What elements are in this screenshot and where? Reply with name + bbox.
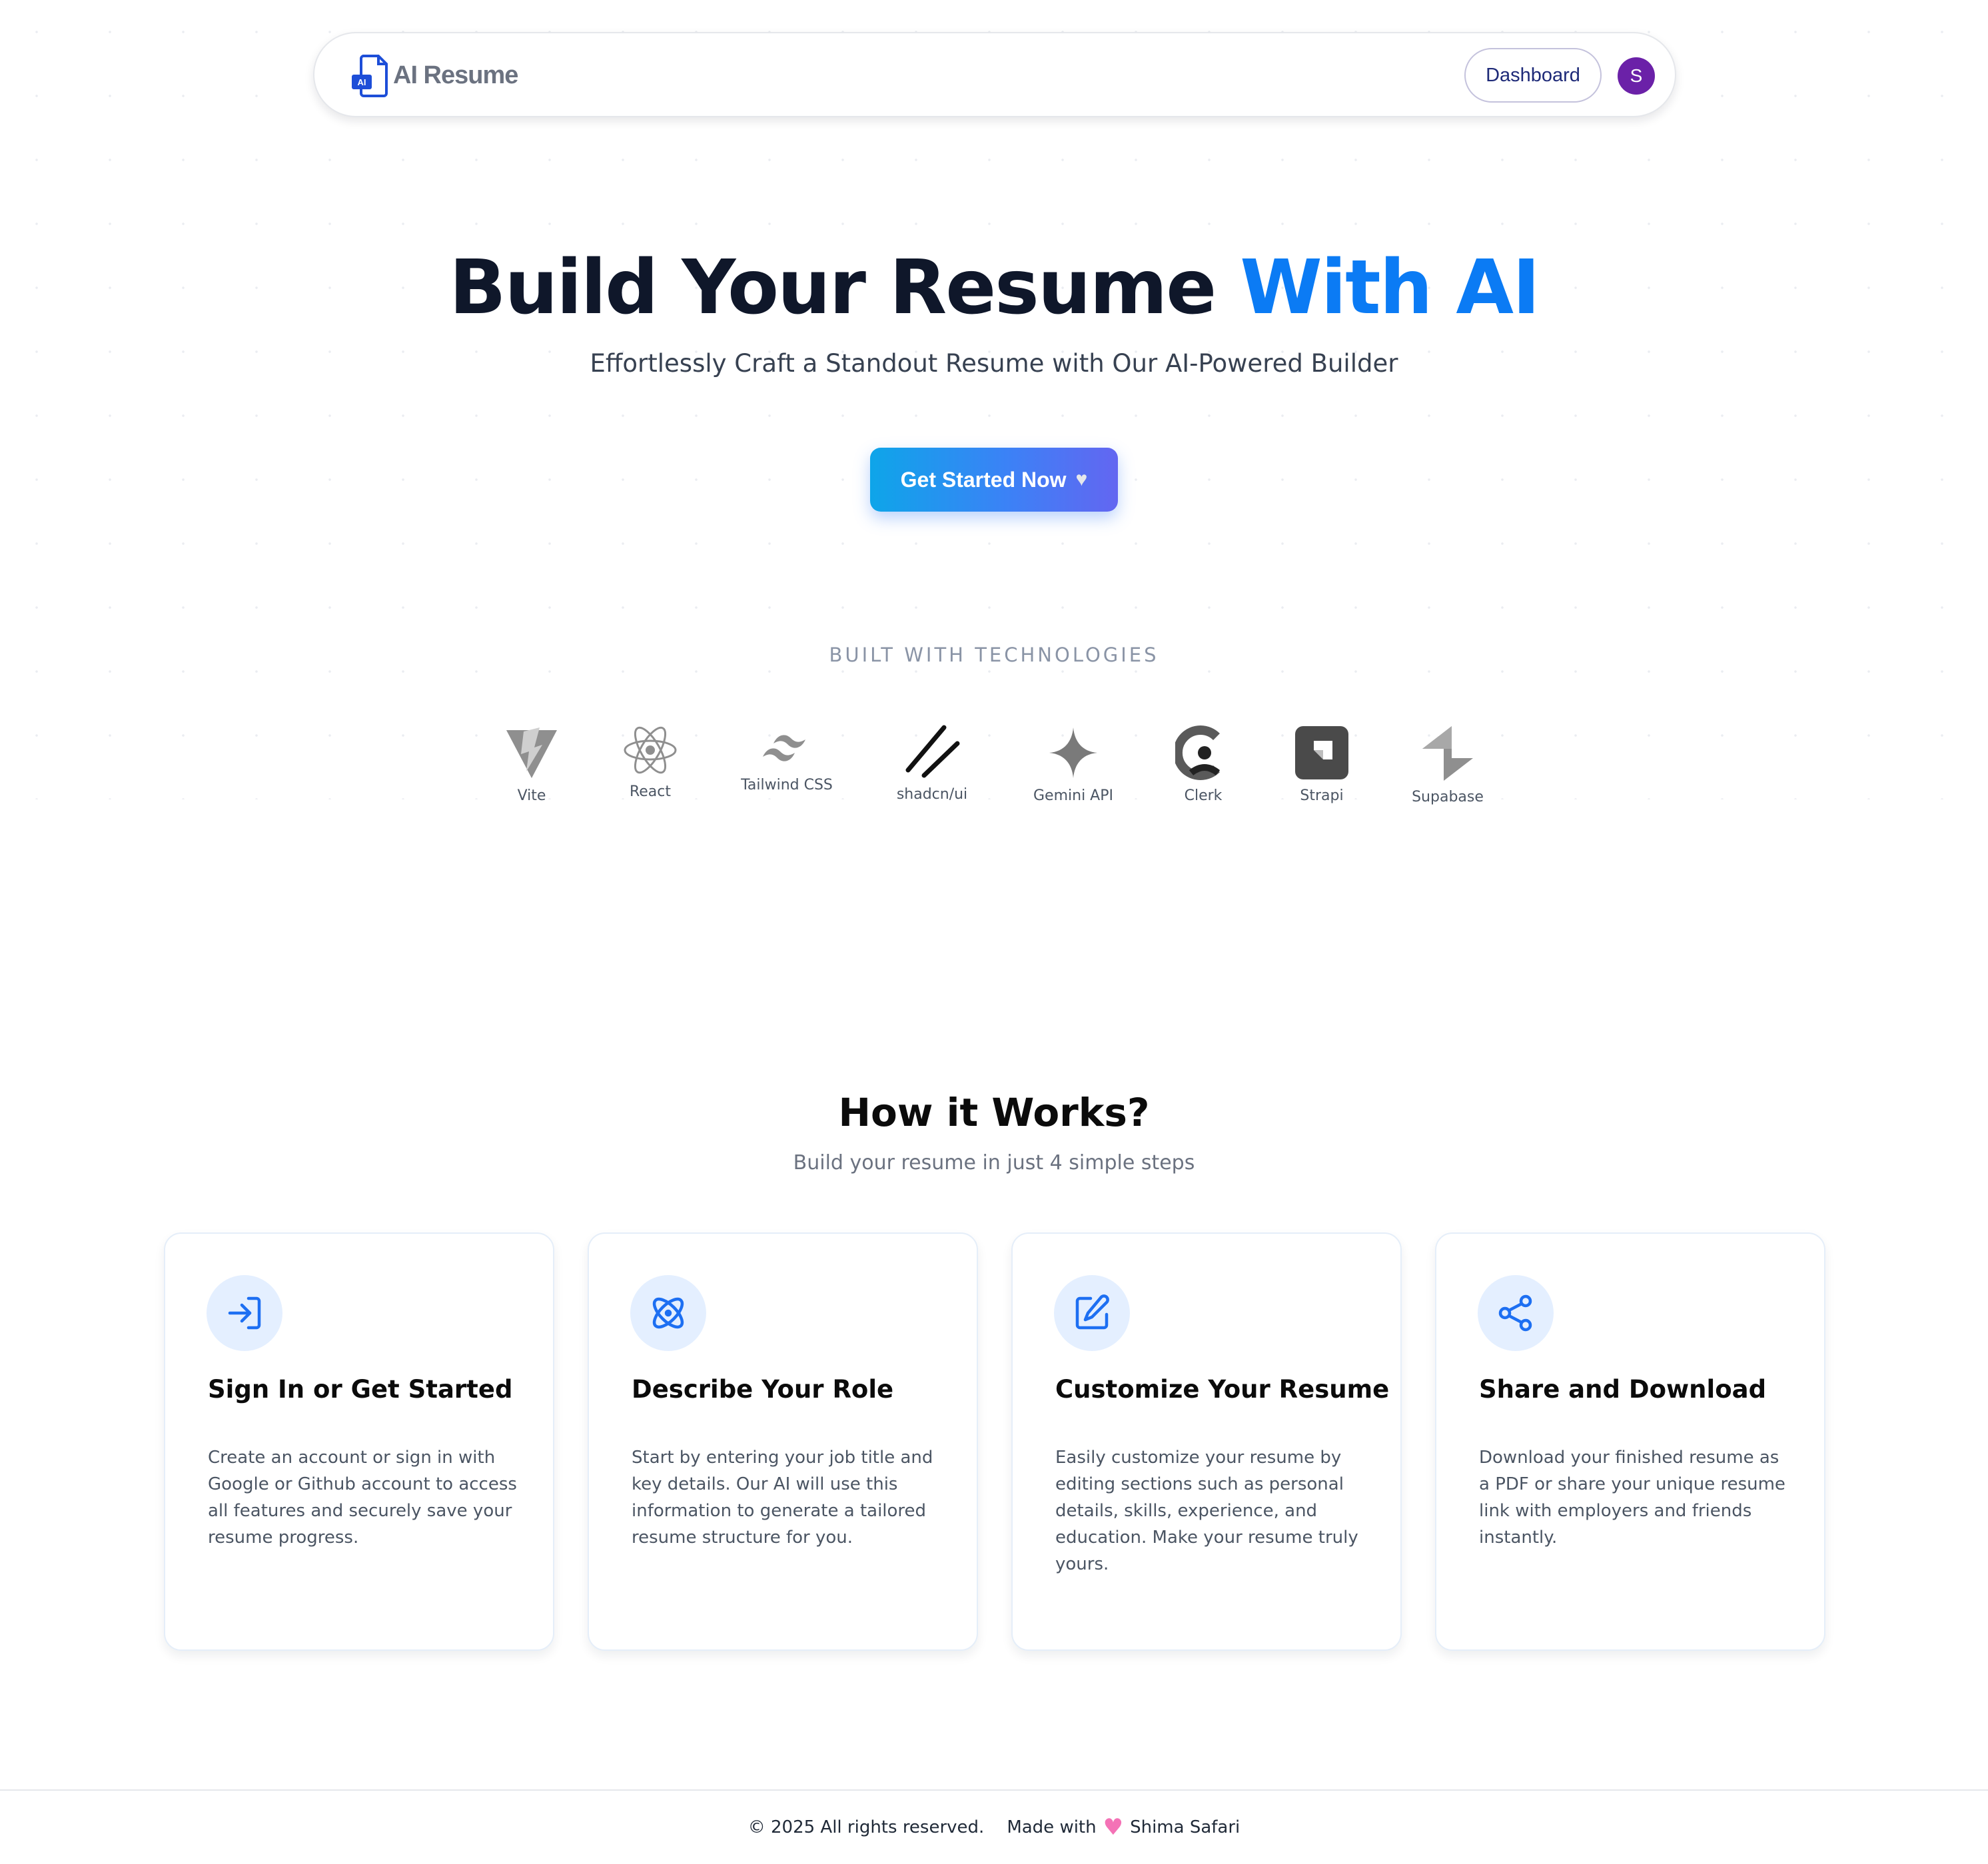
tech-strapi: Strapi xyxy=(1282,723,1362,804)
tech-label: Vite xyxy=(517,787,546,804)
atom-icon xyxy=(652,1297,684,1329)
react-icon xyxy=(624,726,677,774)
step-title: Customize Your Resume xyxy=(1055,1375,1390,1404)
edit-icon xyxy=(1075,1294,1109,1330)
strapi-icon xyxy=(1295,726,1348,779)
made-with-label: Made with xyxy=(1007,1817,1097,1837)
share-icon xyxy=(1498,1294,1532,1332)
heart-icon: ♥ xyxy=(1103,1814,1124,1841)
clerk-icon xyxy=(1175,725,1221,780)
step-icon-wrapper xyxy=(1054,1275,1130,1351)
step-title: Share and Download xyxy=(1479,1375,1767,1404)
step-icon-wrapper xyxy=(630,1275,706,1351)
tailwind-icon xyxy=(763,735,805,761)
tech-label: Tailwind CSS xyxy=(741,777,833,793)
tech-gemini: Gemini API xyxy=(1023,725,1123,804)
background-dots xyxy=(0,0,1988,799)
step-description: Easily customize your resume by editing … xyxy=(1055,1448,1358,1574)
how-it-works-subtitle: Build your resume in just 4 simple steps xyxy=(793,1151,1195,1174)
heart-icon: ♥ xyxy=(1075,468,1088,490)
step-description: Create an account or sign in with Google… xyxy=(208,1448,517,1548)
author-name[interactable]: Shima Safari xyxy=(1130,1817,1240,1837)
tech-label: Supabase xyxy=(1412,789,1484,805)
tech-label: Gemini API xyxy=(1033,787,1113,804)
step-card-sign-in: Sign In or Get Started Create an account… xyxy=(164,1232,554,1651)
made-with: Made with ♥ Shima Safari xyxy=(1007,1814,1240,1841)
tech-label: Strapi xyxy=(1300,787,1344,804)
tech-label: React xyxy=(629,783,672,800)
tech-label: shadcn/ui xyxy=(896,786,968,803)
tech-vite: Vite xyxy=(492,725,572,804)
step-card-describe-role: Describe Your Role Start by entering you… xyxy=(588,1232,978,1651)
step-icon-wrapper xyxy=(207,1275,282,1351)
footer: © 2025 All rights reserved. Made with ♥ … xyxy=(0,1789,1988,1864)
tech-supabase: Supabase xyxy=(1404,725,1491,805)
gemini-icon xyxy=(1049,727,1097,778)
step-title: Sign In or Get Started xyxy=(208,1375,513,1404)
technologies-heading: BUILT WITH TECHNOLOGIES xyxy=(829,644,1159,666)
resume-file-icon: AI xyxy=(352,55,388,97)
hero-title-main: Build Your Resume xyxy=(449,244,1241,331)
step-card-customize: Customize Your Resume Easily customize y… xyxy=(1011,1232,1402,1651)
brand-logo[interactable]: AI AI Resume xyxy=(350,53,518,97)
svg-text:AI: AI xyxy=(358,77,366,87)
brand-name: AI Resume xyxy=(393,61,518,89)
dashboard-button[interactable]: Dashboard xyxy=(1464,48,1602,103)
user-avatar[interactable]: S xyxy=(1618,57,1655,95)
step-title: Describe Your Role xyxy=(632,1375,894,1404)
hero-subtitle: Effortlessly Craft a Standout Resume wit… xyxy=(590,349,1398,378)
tech-react: React xyxy=(610,723,690,800)
get-started-label: Get Started Now xyxy=(900,467,1067,492)
top-navbar: AI AI Resume Dashboard S xyxy=(313,32,1676,117)
tech-shadcn: shadcn/ui xyxy=(889,723,975,803)
sign-in-icon xyxy=(228,1296,261,1330)
hero-title-accent: With AI xyxy=(1240,244,1540,331)
step-card-share: Share and Download Download your finishe… xyxy=(1435,1232,1825,1651)
step-description: Start by entering your job title and key… xyxy=(632,1448,933,1548)
tech-label: Clerk xyxy=(1184,787,1223,804)
step-description: Download your finished resume as a PDF o… xyxy=(1479,1448,1785,1548)
shadcn-icon xyxy=(905,725,960,778)
get-started-button[interactable]: Get Started Now ♥ xyxy=(870,448,1118,512)
hero-title: Build Your Resume With AI xyxy=(0,241,1988,334)
copyright-text: © 2025 All rights reserved. xyxy=(747,1817,985,1837)
supabase-icon xyxy=(1422,726,1473,781)
step-icon-wrapper xyxy=(1478,1275,1554,1351)
vite-icon xyxy=(506,727,557,778)
tech-tailwind: Tailwind CSS xyxy=(730,729,843,793)
how-it-works-heading: How it Works? xyxy=(838,1090,1150,1135)
tech-clerk: Clerk xyxy=(1163,725,1243,804)
